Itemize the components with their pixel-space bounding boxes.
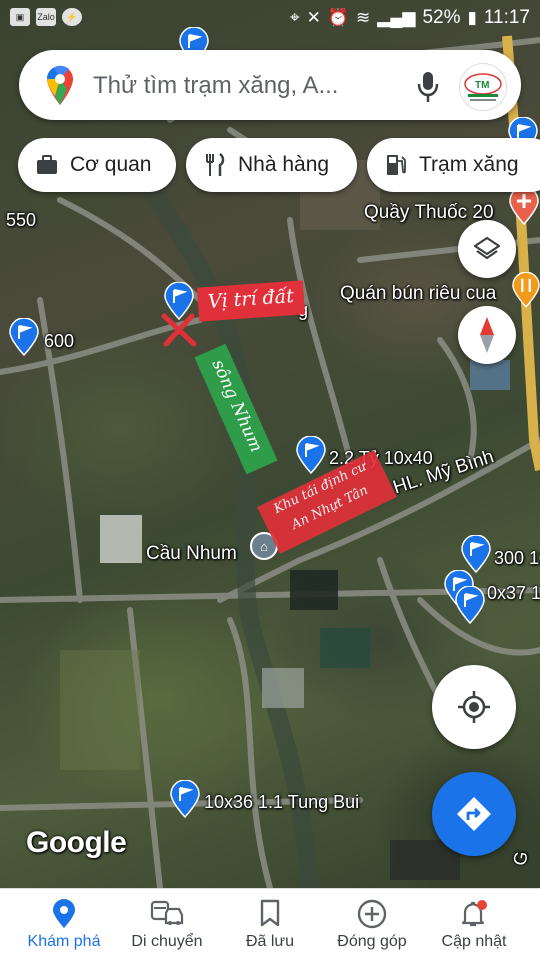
zalo-notification-icon: Zalo — [36, 8, 56, 26]
search-input[interactable]: Thử tìm trạm xăng, A... — [93, 72, 338, 100]
svg-text:TM: TM — [475, 80, 489, 91]
account-logo-icon: TM — [464, 73, 502, 101]
nav-label: Di chuyển — [131, 933, 203, 950]
layers-button[interactable] — [458, 220, 516, 278]
status-bar: ▣ Zalo ⚡ ⌖ ✕ ⏰ ≋ ▂▄▆ 52% ▮ 11:17 — [0, 0, 540, 36]
clock: 11:17 — [483, 7, 530, 28]
bookmark-icon — [260, 899, 280, 927]
mute-icon: ✕ — [306, 8, 321, 27]
my-location-icon — [458, 691, 490, 723]
flag-pin-icon[interactable] — [9, 318, 39, 356]
label-quay-thuoc[interactable]: Quầy Thuốc 20 — [364, 202, 494, 224]
location-icon: ⌖ — [290, 8, 300, 27]
chip-co-quan[interactable]: Cơ quan — [18, 138, 176, 192]
map-view[interactable]: 550 600 Quầy Thuốc 20 Quán bún riêu cua … — [0, 0, 540, 888]
account-avatar[interactable]: TM — [459, 63, 507, 111]
chip-label: Nhà hàng — [238, 153, 330, 176]
label-300[interactable]: 300 10 — [494, 548, 540, 569]
messenger-notification-icon: ⚡ — [62, 8, 82, 26]
compass-icon — [480, 317, 494, 353]
flag-pin-icon[interactable] — [461, 535, 491, 573]
bottom-navigation: Khám phá Di chuyển Đã lưu Đóng góp Cập n… — [0, 888, 540, 961]
nav-di-chuyen[interactable]: Di chuyển — [113, 889, 221, 961]
wifi-icon: ≋ — [356, 8, 371, 27]
bell-icon — [461, 900, 487, 927]
microphone-icon[interactable] — [415, 70, 441, 104]
chip-tram-xang[interactable]: Trạm xăng — [367, 138, 540, 192]
google-watermark: Google — [26, 826, 127, 859]
nav-kham-pha[interactable]: Khám phá — [10, 889, 118, 961]
chip-label: Cơ quan — [70, 153, 152, 176]
nav-label: Khám phá — [27, 933, 101, 950]
search-bar[interactable]: Thử tìm trạm xăng, A... TM — [19, 50, 521, 120]
flag-pin-icon[interactable] — [455, 586, 485, 624]
signal-icon: ▂▄▆ — [377, 8, 416, 27]
nav-label: Đã lưu — [245, 933, 295, 950]
compass-button[interactable] — [458, 306, 516, 364]
alarm-icon: ⏰ — [327, 8, 350, 27]
nav-label: Cập nhật — [441, 933, 507, 950]
directions-button[interactable] — [432, 772, 516, 856]
nav-dong-gop[interactable]: Đóng góp — [318, 889, 426, 961]
pharmacy-pin-icon[interactable] — [509, 187, 539, 225]
gas-station-icon — [385, 153, 407, 177]
google-maps-logo-icon — [47, 65, 73, 105]
restaurant-icon — [204, 153, 226, 177]
layers-icon — [473, 236, 501, 260]
add-circle-icon — [357, 899, 387, 929]
label-550: 550 — [6, 210, 37, 230]
nav-da-luu[interactable]: Đã lưu — [216, 889, 324, 961]
briefcase-icon — [36, 155, 58, 175]
flag-pin-icon[interactable] — [296, 436, 326, 474]
battery-icon: ▮ — [467, 8, 477, 27]
chip-label: Trạm xăng — [419, 153, 519, 176]
label-quan-bun-rieu-cua[interactable]: Quán bún riêu cua — [340, 283, 496, 305]
cross-mark-icon — [161, 313, 197, 347]
battery-percent: 52% — [422, 7, 461, 28]
chip-nha-hang[interactable]: Nhà hàng — [186, 138, 357, 192]
gallery-notification-icon: ▣ — [10, 8, 30, 26]
nav-label: Đóng góp — [337, 933, 407, 950]
label-cau-nhum[interactable]: Cầu Nhum — [146, 543, 237, 565]
flag-pin-icon[interactable] — [170, 780, 200, 818]
label-10x36[interactable]: 10x36 1.1 Tung Bui — [204, 792, 359, 813]
my-location-button[interactable] — [432, 665, 516, 749]
restaurant-pin-icon[interactable] — [512, 272, 540, 308]
directions-icon — [457, 797, 491, 831]
explore-pin-icon — [53, 899, 75, 928]
nav-cap-nhat[interactable]: Cập nhật — [420, 889, 528, 961]
label-0x37[interactable]: 0x37 1. — [487, 583, 540, 604]
label-600: 600 — [44, 331, 75, 351]
commute-icon — [150, 900, 184, 925]
